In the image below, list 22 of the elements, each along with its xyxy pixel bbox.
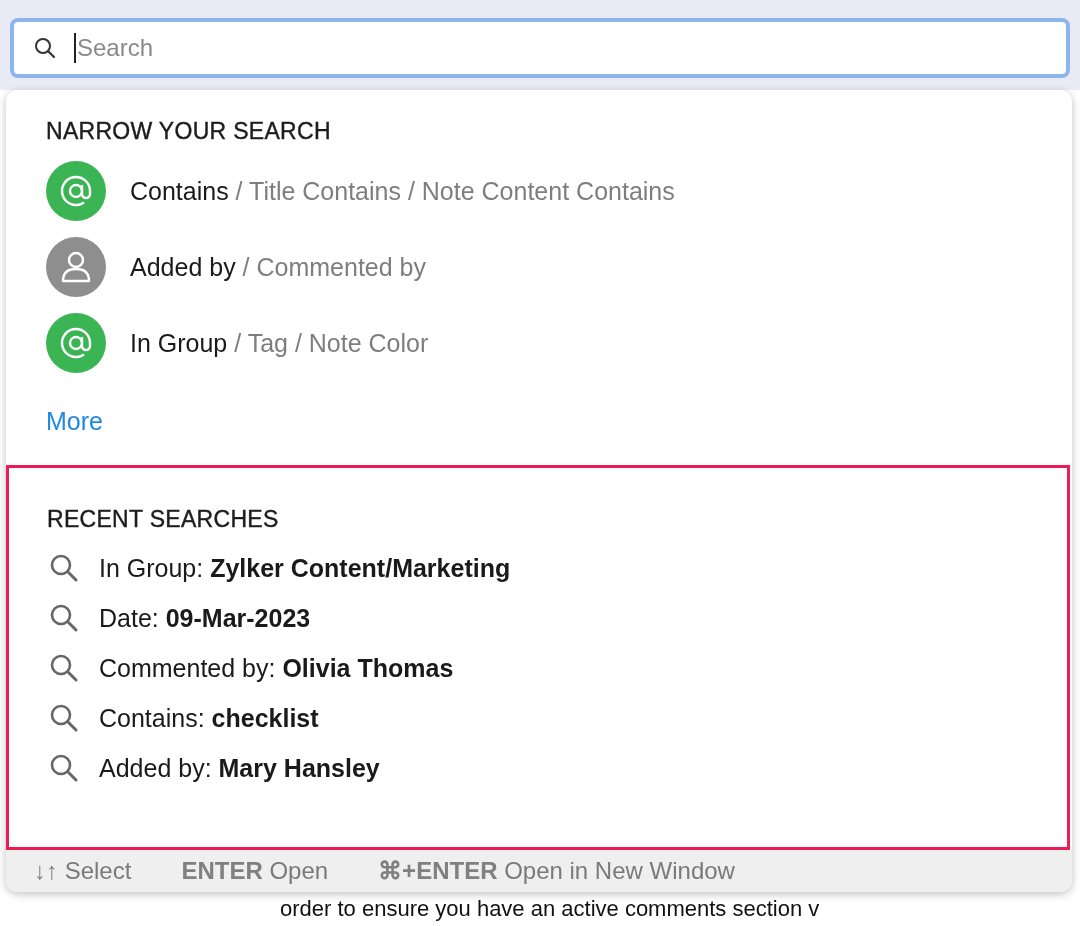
shortcut-hint: ⌘+ENTER Open in New Window [378,857,735,885]
section-heading: RECENT SEARCHES [47,506,280,533]
shortcut-hint: ↓↑ Select [34,857,132,885]
recent-search-item[interactable]: Added by: Mary Hansley [99,753,380,783]
filter-option[interactable]: In Group / Tag / Note Color [130,328,429,358]
recent-search-item[interactable]: Commented by: Olivia Thomas [99,653,454,683]
search-icon [49,703,79,733]
search-field[interactable]: Search [10,18,1070,78]
document-text: order to ensure you have an active comments section v [280,896,820,921]
search-icon [49,603,79,633]
filter-option[interactable]: Added by / Commented by [130,252,426,282]
search-icon [49,653,79,683]
search-icon [34,37,56,59]
shortcut-hint: ENTER Open [181,857,329,885]
section-heading: NARROW YOUR SEARCH [46,118,332,145]
search-icon [49,553,79,583]
recent-search-item[interactable]: Contains: checklist [99,703,319,733]
filter-option[interactable]: Contains / Title Contains / Note Content Contains [130,176,675,206]
recent-search-item[interactable]: Date: 09-Mar-2023 [99,603,311,633]
search-icon [49,753,79,783]
more-link[interactable]: More [46,407,103,436]
recent-search-item[interactable]: In Group: Zylker Content/Marketing [99,553,511,583]
